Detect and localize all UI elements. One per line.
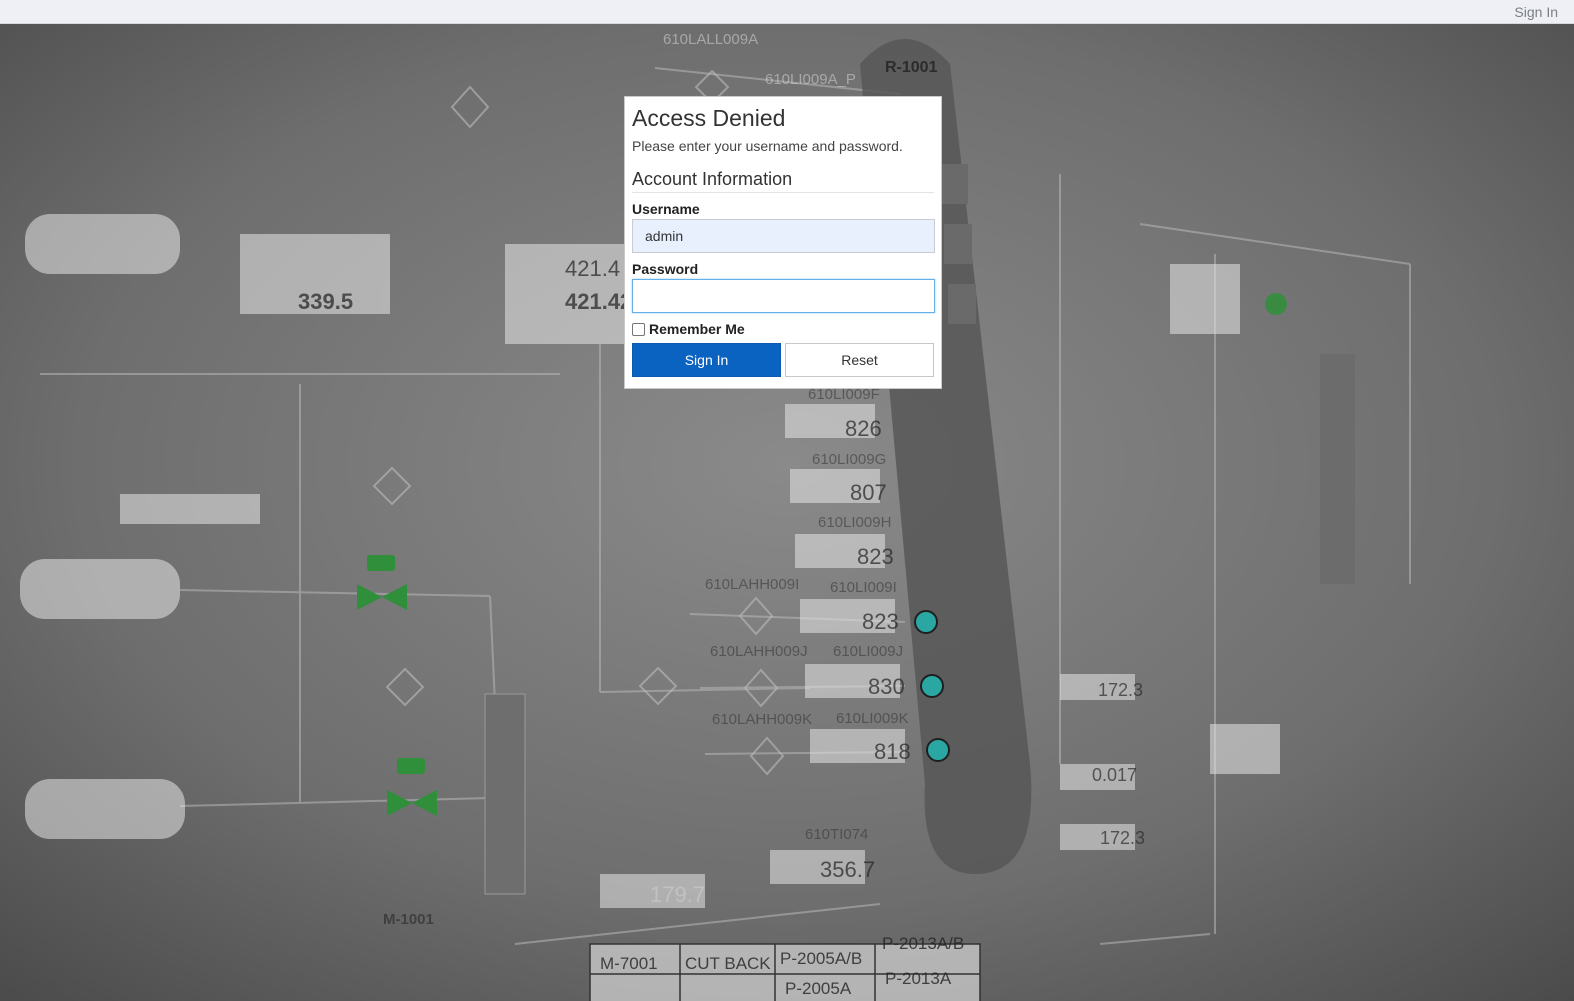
svg-text:172.3: 172.3	[1098, 680, 1143, 700]
svg-text:823: 823	[857, 544, 894, 569]
svg-text:610LI009J: 610LI009J	[833, 643, 903, 660]
section-title: Account Information	[632, 168, 934, 193]
svg-text:610LAHH009K: 610LAHH009K	[712, 711, 812, 728]
username-label: Username	[632, 201, 700, 217]
dialog-subtitle: Please enter your username and password.	[632, 138, 903, 154]
svg-text:P-2005A: P-2005A	[785, 979, 852, 998]
remember-me-row[interactable]: Remember Me	[632, 321, 934, 337]
svg-text:610LI009A_P: 610LI009A_P	[765, 71, 856, 88]
username-input[interactable]	[632, 219, 935, 253]
dialog-title: Access Denied	[632, 105, 786, 131]
reset-button[interactable]: Reset	[785, 343, 934, 377]
svg-text:172.3: 172.3	[1100, 828, 1145, 848]
svg-text:610LI009G: 610LI009G	[812, 451, 886, 468]
svg-text:818: 818	[874, 739, 911, 764]
svg-text:610LAHH009J: 610LAHH009J	[710, 643, 808, 660]
svg-text:P-2005A/B: P-2005A/B	[780, 949, 862, 968]
svg-text:610LALL009A: 610LALL009A	[663, 31, 758, 48]
password-input[interactable]	[632, 279, 935, 313]
svg-text:823: 823	[862, 609, 899, 634]
svg-text:M-7001: M-7001	[600, 954, 658, 973]
svg-text:610LI009K: 610LI009K	[836, 710, 909, 727]
password-label: Password	[632, 261, 699, 277]
top-signin-link[interactable]: Sign In	[1514, 4, 1558, 20]
remember-me-label[interactable]: Remember Me	[649, 321, 745, 337]
remember-me-checkbox[interactable]	[632, 322, 645, 336]
svg-text:CUT BACK: CUT BACK	[685, 954, 771, 973]
svg-text:339.5: 339.5	[298, 289, 353, 314]
svg-text:179.7: 179.7	[650, 882, 705, 907]
svg-text:807: 807	[850, 480, 887, 505]
svg-text:0.017: 0.017	[1092, 765, 1137, 785]
svg-text:610LI009I: 610LI009I	[830, 579, 897, 596]
svg-text:826: 826	[845, 416, 882, 441]
svg-text:830: 830	[868, 674, 905, 699]
svg-text:421.42: 421.42	[565, 289, 632, 314]
svg-text:P-2013A: P-2013A	[885, 969, 952, 988]
svg-text:610LAHH009I: 610LAHH009I	[705, 576, 799, 593]
svg-text:P-2013A/B: P-2013A/B	[882, 934, 964, 953]
button-row: Sign In Reset	[632, 343, 934, 377]
login-dialog: Access Denied Please enter your username…	[624, 96, 942, 389]
svg-text:M-1001: M-1001	[383, 911, 434, 928]
svg-text:610TI074: 610TI074	[805, 826, 868, 843]
top-bar: Sign In	[0, 0, 1574, 24]
svg-text:356.7: 356.7	[820, 857, 875, 882]
signin-button[interactable]: Sign In	[632, 343, 781, 377]
svg-text:421.4: 421.4	[565, 256, 620, 281]
svg-text:R-1001: R-1001	[885, 59, 938, 76]
svg-text:610LI009H: 610LI009H	[818, 514, 891, 531]
